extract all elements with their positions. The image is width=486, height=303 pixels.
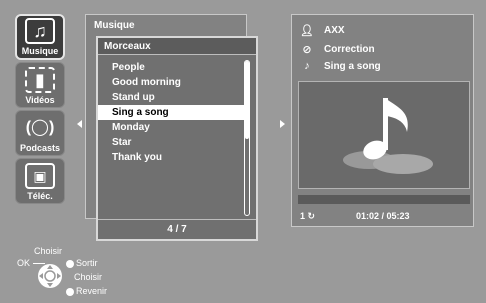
track-list-panel: Morceaux People Good morning Stand up Si… xyxy=(96,36,258,241)
film-icon: ▮ xyxy=(25,67,55,93)
download-device-icon: ▣ xyxy=(25,163,55,189)
hint-exit: Sortir xyxy=(76,258,98,268)
artist-row: 👤︎ AXX xyxy=(300,23,345,37)
page-indicator: 4 / 7 xyxy=(98,219,256,239)
category-videos[interactable]: ▮ Vidéos xyxy=(15,62,65,108)
back-dot-icon xyxy=(66,288,74,296)
album-art xyxy=(298,81,470,189)
list-title: Morceaux xyxy=(98,38,256,55)
list-item[interactable]: Star xyxy=(98,135,244,150)
podcast-icon: (◯) xyxy=(25,119,55,136)
category-label: Vidéos xyxy=(25,95,55,105)
repeat-icon: ↻ xyxy=(307,211,316,221)
hint-ok: OK xyxy=(17,258,31,268)
panel-title: Musique xyxy=(94,20,135,31)
time-display: 01:02 / 05:23 xyxy=(356,211,410,221)
disc-icon: ⊘ xyxy=(302,43,312,56)
music-note-icon: ♫ xyxy=(25,18,55,44)
list-item[interactable]: Good morning xyxy=(98,75,244,90)
category-label: Podcasts xyxy=(19,143,61,153)
person-icon: 👤︎ xyxy=(300,24,314,37)
album-name: Correction xyxy=(324,43,375,55)
category-label: Musique xyxy=(21,46,59,56)
track-row: ♪ Sing a song xyxy=(300,59,381,73)
category-podcasts[interactable]: (◯) Podcasts xyxy=(15,110,65,156)
list-item[interactable]: Stand up xyxy=(98,90,244,105)
track-list: People Good morning Stand up Sing a song… xyxy=(98,60,244,165)
category-label: Téléc. xyxy=(27,191,53,201)
category-telec[interactable]: ▣ Téléc. xyxy=(15,158,65,204)
hint-choose-top: Choisir xyxy=(34,246,63,256)
now-playing-panel: 👤︎ AXX ⊘ Correction ♪ Sing a song 1 ↻ 01… xyxy=(291,14,474,227)
artist-name: AXX xyxy=(324,24,345,36)
dpad-icon[interactable] xyxy=(36,262,64,290)
repeat-indicator: 1 ↻ xyxy=(300,211,315,222)
screen: { "categories": [ {"label": "Musique", "… xyxy=(0,0,486,303)
music-note-art-icon xyxy=(343,98,433,174)
list-item[interactable]: Thank you xyxy=(98,150,244,165)
right-arrow-icon[interactable] xyxy=(280,120,285,128)
hint-choose-bottom: Choisir xyxy=(74,272,103,282)
repeat-count: 1 xyxy=(300,211,306,221)
list-item[interactable]: People xyxy=(98,60,244,75)
list-item-selected[interactable]: Sing a song xyxy=(98,105,244,120)
scrollbar-thumb[interactable] xyxy=(245,61,249,139)
progress-bar[interactable] xyxy=(298,195,470,204)
category-musique[interactable]: ♫ Musique xyxy=(15,14,65,60)
music-note-icon: ♪ xyxy=(304,60,310,72)
hint-back: Revenir xyxy=(76,286,108,296)
left-arrow-icon[interactable] xyxy=(77,120,82,128)
progress-fill xyxy=(298,195,331,204)
album-row: ⊘ Correction xyxy=(300,42,375,56)
track-name: Sing a song xyxy=(324,60,381,72)
exit-dot-icon xyxy=(66,260,74,268)
scrollbar[interactable] xyxy=(244,60,250,216)
list-item[interactable]: Monday xyxy=(98,120,244,135)
